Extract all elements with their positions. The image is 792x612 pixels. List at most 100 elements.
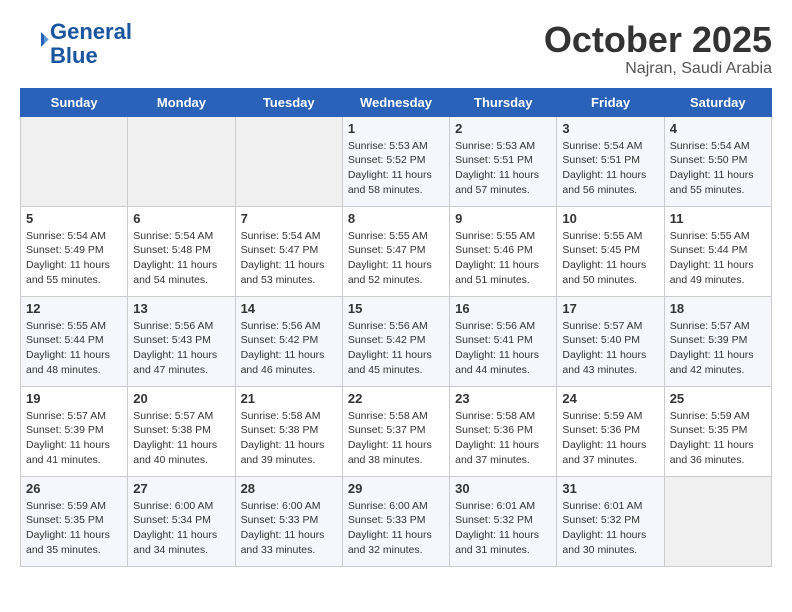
day-number: 19 bbox=[26, 391, 122, 406]
logo: General Blue bbox=[20, 20, 132, 68]
calendar-cell: 3Sunrise: 5:54 AMSunset: 5:51 PMDaylight… bbox=[557, 116, 664, 206]
day-number: 22 bbox=[348, 391, 444, 406]
cell-info: Sunrise: 5:56 AMSunset: 5:43 PMDaylight:… bbox=[133, 319, 229, 378]
day-number: 13 bbox=[133, 301, 229, 316]
day-number: 10 bbox=[562, 211, 658, 226]
calendar-cell: 1 Sunrise: 5:53 AMSunset: 5:52 PMDaylight… bbox=[342, 116, 449, 206]
cell-info: Sunrise: 6:01 AMSunset: 5:32 PMDaylight:… bbox=[562, 499, 658, 558]
cell-info: Sunrise: 5:56 AMSunset: 5:41 PMDaylight:… bbox=[455, 319, 551, 378]
week-row-1: 1 Sunrise: 5:53 AMSunset: 5:52 PMDaylight… bbox=[21, 116, 772, 206]
cell-info: Sunrise: 5:58 AMSunset: 5:37 PMDaylight:… bbox=[348, 409, 444, 468]
day-number: 5 bbox=[26, 211, 122, 226]
day-number: 2 bbox=[455, 121, 551, 136]
calendar-cell: 16Sunrise: 5:56 AMSunset: 5:41 PMDayligh… bbox=[450, 296, 557, 386]
cell-info: Sunrise: 5:58 AMSunset: 5:38 PMDaylight:… bbox=[241, 409, 337, 468]
cell-info: Sunrise: 5:59 AMSunset: 5:35 PMDaylight:… bbox=[26, 499, 122, 558]
calendar-cell: 4 Sunrise: 5:54 AMSunset: 5:50 PMDaylight… bbox=[664, 116, 771, 206]
day-number: 6 bbox=[133, 211, 229, 226]
day-header-tuesday: Tuesday bbox=[235, 88, 342, 116]
calendar-cell: 7 Sunrise: 5:54 AMSunset: 5:47 PMDaylight… bbox=[235, 206, 342, 296]
cell-info: Sunrise: 5:54 AMSunset: 5:47 PMDaylight:… bbox=[241, 229, 337, 288]
calendar-cell: 24Sunrise: 5:59 AMSunset: 5:36 PMDayligh… bbox=[557, 386, 664, 476]
calendar-table: SundayMondayTuesdayWednesdayThursdayFrid… bbox=[20, 88, 772, 567]
calendar-cell: 10 Sunrise: 5:55 AMSunset: 5:45 PMDayligh… bbox=[557, 206, 664, 296]
cell-info: Sunrise: 6:01 AMSunset: 5:32 PMDaylight:… bbox=[455, 499, 551, 558]
cell-info: Sunrise: 5:54 AMSunset: 5:49 PMDaylight:… bbox=[26, 229, 122, 288]
day-number: 24 bbox=[562, 391, 658, 406]
day-number: 8 bbox=[348, 211, 444, 226]
cell-info: Sunrise: 5:57 AMSunset: 5:38 PMDaylight:… bbox=[133, 409, 229, 468]
calendar-cell: 15 Sunrise: 5:56 AMSunset: 5:42 PMDayligh… bbox=[342, 296, 449, 386]
cell-info: Sunrise: 5:57 AMSunset: 5:40 PMDaylight:… bbox=[562, 319, 658, 378]
day-number: 28 bbox=[241, 481, 337, 496]
day-number: 17 bbox=[562, 301, 658, 316]
day-number: 7 bbox=[241, 211, 337, 226]
cell-info: Sunrise: 5:56 AMSunset: 5:42 PMDaylight:… bbox=[241, 319, 337, 378]
cell-info: Sunrise: 5:58 AMSunset: 5:36 PMDaylight:… bbox=[455, 409, 551, 468]
cell-info: Sunrise: 5:53 AMSunset: 5:52 PMDaylight:… bbox=[348, 139, 444, 198]
day-number: 1 bbox=[348, 121, 444, 136]
title-block: October 2025 Najran, Saudi Arabia bbox=[544, 20, 772, 78]
day-number: 14 bbox=[241, 301, 337, 316]
calendar-cell: 29Sunrise: 6:00 AMSunset: 5:33 PMDayligh… bbox=[342, 476, 449, 566]
calendar-cell: 6Sunrise: 5:54 AMSunset: 5:48 PMDaylight… bbox=[128, 206, 235, 296]
logo-line1: General bbox=[50, 19, 132, 44]
day-number: 25 bbox=[670, 391, 766, 406]
day-header-wednesday: Wednesday bbox=[342, 88, 449, 116]
calendar-cell: 19 Sunrise: 5:57 AMSunset: 5:39 PMDayligh… bbox=[21, 386, 128, 476]
calendar-cell: 31Sunrise: 6:01 AMSunset: 5:32 PMDayligh… bbox=[557, 476, 664, 566]
week-row-5: 26 Sunrise: 5:59 AMSunset: 5:35 PMDayligh… bbox=[21, 476, 772, 566]
week-row-3: 12 Sunrise: 5:55 AMSunset: 5:44 PMDayligh… bbox=[21, 296, 772, 386]
calendar-cell: 22 Sunrise: 5:58 AMSunset: 5:37 PMDayligh… bbox=[342, 386, 449, 476]
day-number: 20 bbox=[133, 391, 229, 406]
calendar-cell: 13 Sunrise: 5:56 AMSunset: 5:43 PMDayligh… bbox=[128, 296, 235, 386]
cell-info: Sunrise: 5:53 AMSunset: 5:51 PMDaylight:… bbox=[455, 139, 551, 198]
cell-info: Sunrise: 6:00 AMSunset: 5:34 PMDaylight:… bbox=[133, 499, 229, 558]
cell-info: Sunrise: 5:57 AMSunset: 5:39 PMDaylight:… bbox=[26, 409, 122, 468]
day-number: 11 bbox=[670, 211, 766, 226]
calendar-cell: 2 Sunrise: 5:53 AMSunset: 5:51 PMDaylight… bbox=[450, 116, 557, 206]
day-number: 12 bbox=[26, 301, 122, 316]
location: Najran, Saudi Arabia bbox=[544, 60, 772, 78]
calendar-cell bbox=[128, 116, 235, 206]
day-number: 26 bbox=[26, 481, 122, 496]
day-header-sunday: Sunday bbox=[21, 88, 128, 116]
cell-info: Sunrise: 5:54 AMSunset: 5:50 PMDaylight:… bbox=[670, 139, 766, 198]
page-header: General Blue October 2025 Najran, Saudi … bbox=[20, 20, 772, 78]
day-header-saturday: Saturday bbox=[664, 88, 771, 116]
calendar-cell: 23 Sunrise: 5:58 AMSunset: 5:36 PMDayligh… bbox=[450, 386, 557, 476]
cell-info: Sunrise: 5:59 AMSunset: 5:35 PMDaylight:… bbox=[670, 409, 766, 468]
cell-info: Sunrise: 6:00 AMSunset: 5:33 PMDaylight:… bbox=[241, 499, 337, 558]
day-number: 18 bbox=[670, 301, 766, 316]
logo-icon bbox=[20, 26, 50, 56]
cell-info: Sunrise: 5:55 AMSunset: 5:45 PMDaylight:… bbox=[562, 229, 658, 288]
calendar-cell: 12 Sunrise: 5:55 AMSunset: 5:44 PMDayligh… bbox=[21, 296, 128, 386]
day-number: 30 bbox=[455, 481, 551, 496]
day-header-thursday: Thursday bbox=[450, 88, 557, 116]
day-number: 4 bbox=[670, 121, 766, 136]
calendar-cell: 11 Sunrise: 5:55 AMSunset: 5:44 PMDayligh… bbox=[664, 206, 771, 296]
logo-text: General Blue bbox=[50, 20, 132, 68]
day-number: 23 bbox=[455, 391, 551, 406]
day-header-friday: Friday bbox=[557, 88, 664, 116]
calendar-cell: 17 Sunrise: 5:57 AMSunset: 5:40 PMDayligh… bbox=[557, 296, 664, 386]
cell-info: Sunrise: 5:55 AMSunset: 5:44 PMDaylight:… bbox=[26, 319, 122, 378]
day-header-monday: Monday bbox=[128, 88, 235, 116]
calendar-cell: 9Sunrise: 5:55 AMSunset: 5:46 PMDaylight… bbox=[450, 206, 557, 296]
cell-info: Sunrise: 5:57 AMSunset: 5:39 PMDaylight:… bbox=[670, 319, 766, 378]
calendar-cell: 21Sunrise: 5:58 AMSunset: 5:38 PMDayligh… bbox=[235, 386, 342, 476]
logo-line2: Blue bbox=[50, 43, 98, 68]
cell-info: Sunrise: 5:56 AMSunset: 5:42 PMDaylight:… bbox=[348, 319, 444, 378]
calendar-cell: 8 Sunrise: 5:55 AMSunset: 5:47 PMDaylight… bbox=[342, 206, 449, 296]
week-row-4: 19 Sunrise: 5:57 AMSunset: 5:39 PMDayligh… bbox=[21, 386, 772, 476]
cell-info: Sunrise: 5:55 AMSunset: 5:44 PMDaylight:… bbox=[670, 229, 766, 288]
calendar-cell: 18 Sunrise: 5:57 AMSunset: 5:39 PMDayligh… bbox=[664, 296, 771, 386]
cell-info: Sunrise: 5:54 AMSunset: 5:51 PMDaylight:… bbox=[562, 139, 658, 198]
day-number: 15 bbox=[348, 301, 444, 316]
calendar-cell bbox=[664, 476, 771, 566]
calendar-cell: 20 Sunrise: 5:57 AMSunset: 5:38 PMDayligh… bbox=[128, 386, 235, 476]
cell-info: Sunrise: 6:00 AMSunset: 5:33 PMDaylight:… bbox=[348, 499, 444, 558]
cell-info: Sunrise: 5:55 AMSunset: 5:47 PMDaylight:… bbox=[348, 229, 444, 288]
month-title: October 2025 bbox=[544, 20, 772, 60]
day-number: 9 bbox=[455, 211, 551, 226]
